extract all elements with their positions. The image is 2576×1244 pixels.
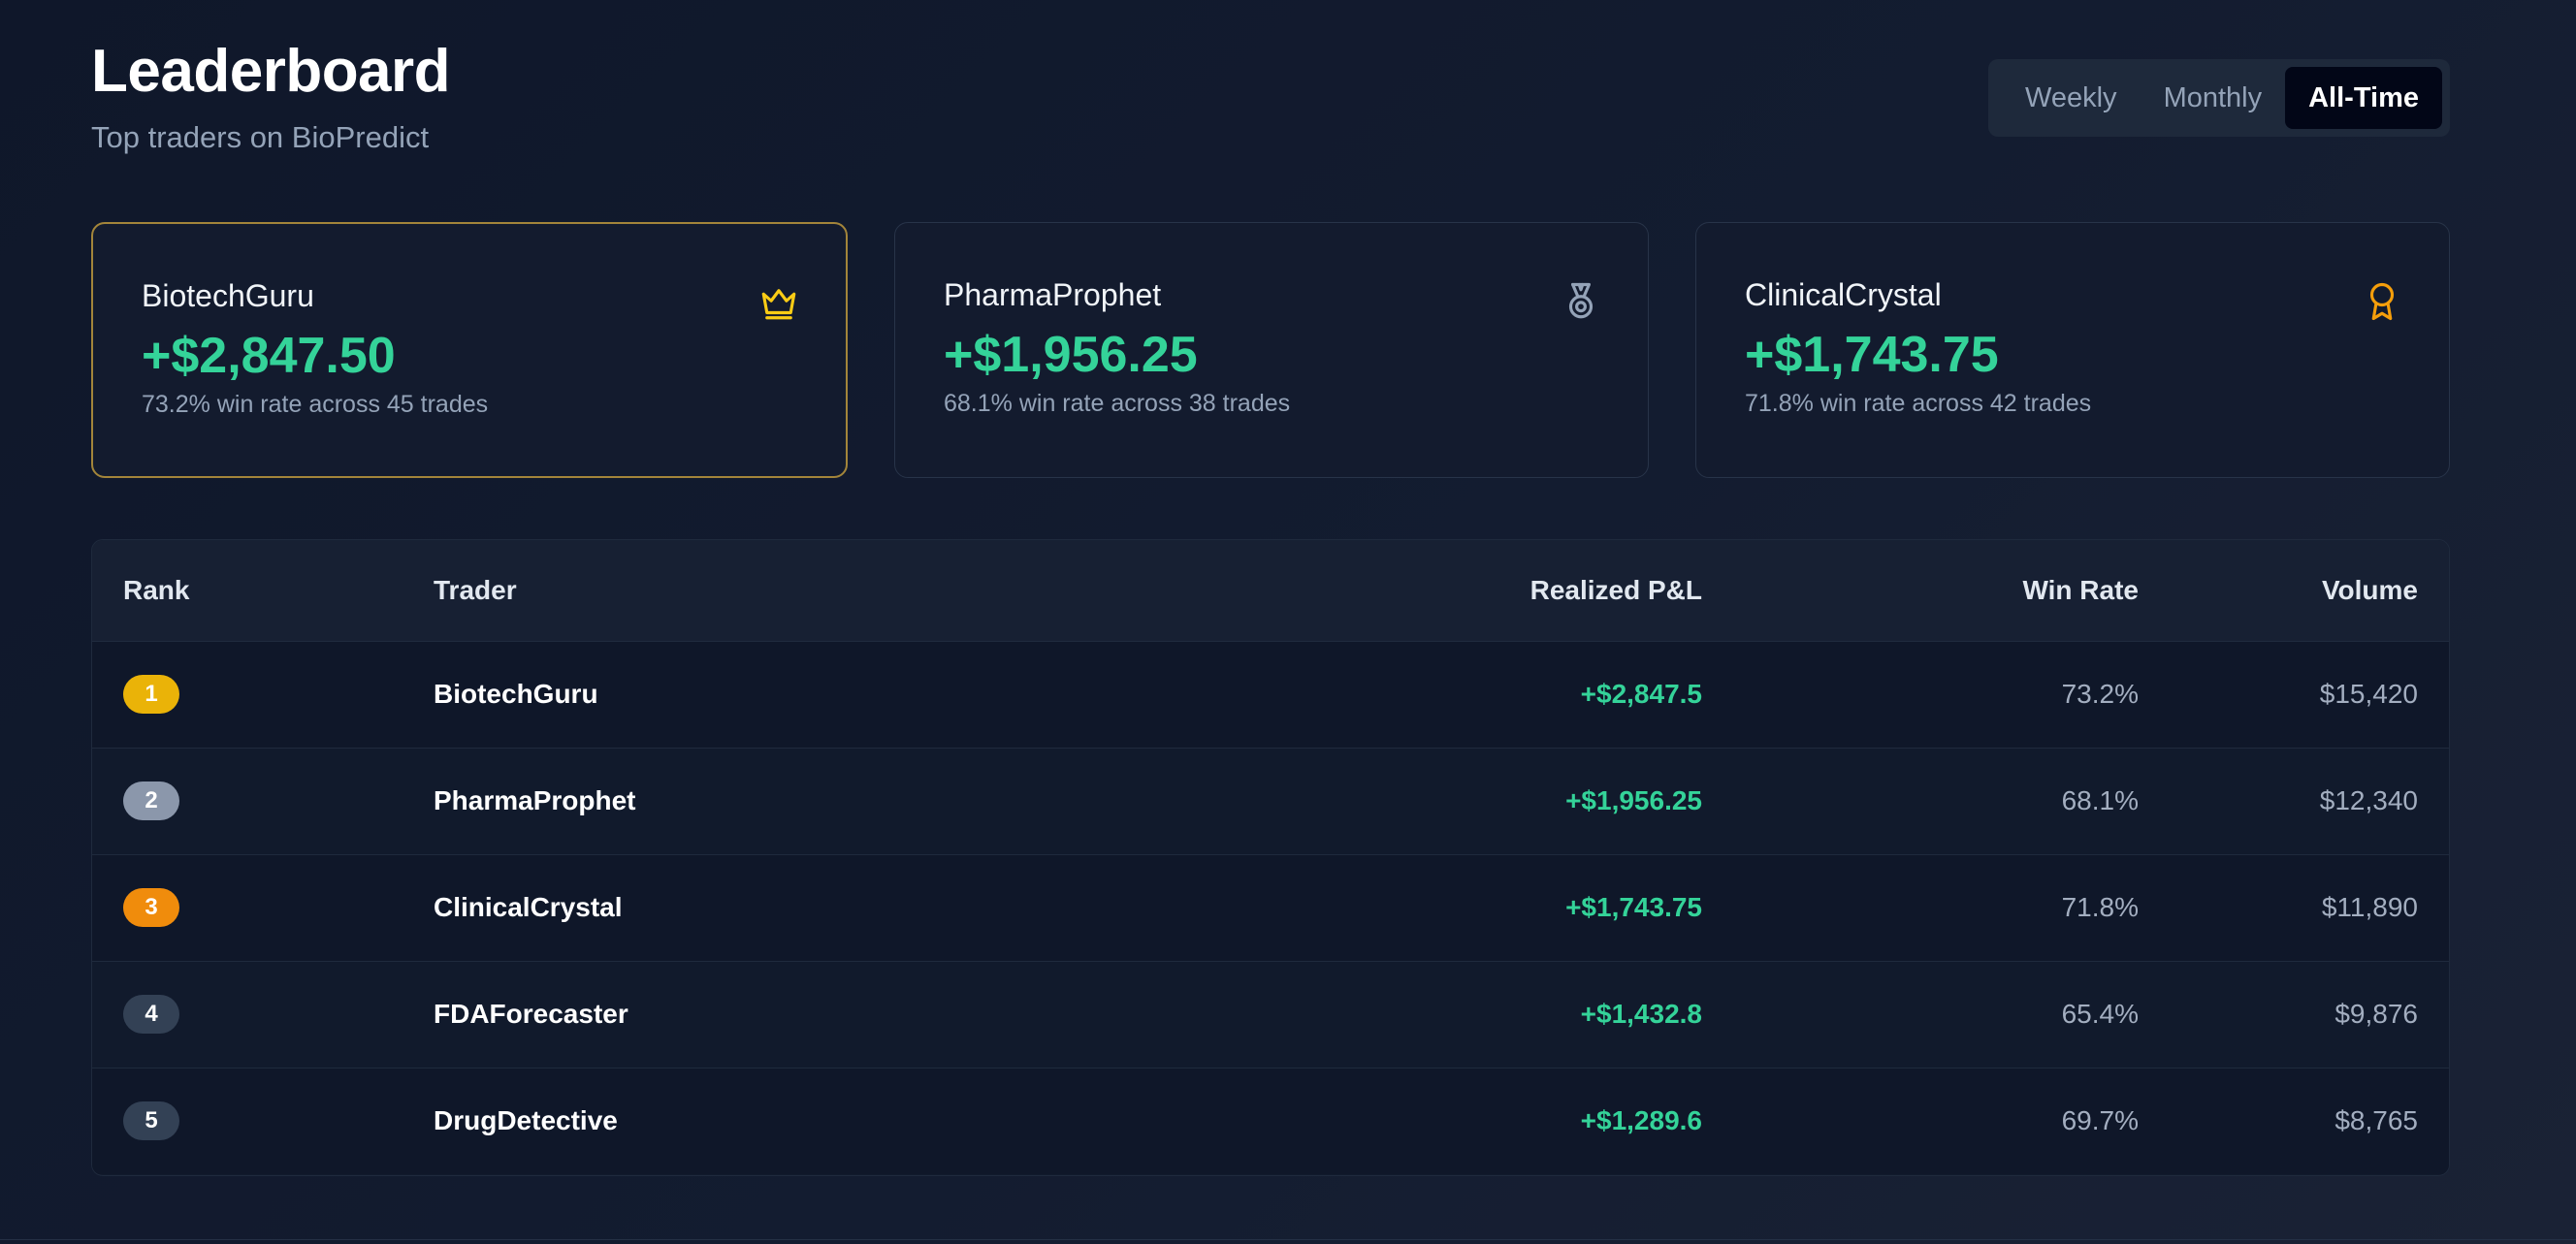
column-header-win-rate[interactable]: Win Rate [1702, 540, 2139, 641]
realized-pnl: +$2,847.5 [1580, 679, 1702, 709]
card-pnl: +$1,743.75 [1745, 327, 1999, 383]
card-pnl: +$2,847.50 [142, 328, 396, 384]
period-toggle: Weekly Monthly All-Time [1988, 59, 2450, 137]
realized-pnl: +$1,743.75 [1565, 892, 1702, 922]
trader-name[interactable]: BiotechGuru [434, 641, 1190, 748]
volume: $11,890 [2321, 892, 2418, 922]
trader-name[interactable]: FDAForecaster [434, 961, 1190, 1068]
rank-badge: 5 [123, 1101, 179, 1141]
rank-badge: 2 [123, 781, 179, 820]
trader-name[interactable]: DrugDetective [434, 1068, 1190, 1174]
trader-name[interactable]: PharmaProphet [434, 748, 1190, 854]
page-subtitle: Top traders on BioPredict [91, 120, 430, 154]
card-stats: 71.8% win rate across 42 trades [1745, 390, 2092, 417]
table-header-row: Rank Trader Realized P&L Win Rate Volume [92, 540, 2449, 641]
volume: $12,340 [2319, 785, 2418, 815]
win-rate: 73.2% [2061, 679, 2139, 709]
card-trader-name: PharmaProphet [944, 277, 1162, 312]
rank-badge: 1 [123, 675, 179, 714]
top-trader-card-1[interactable]: BiotechGuru +$2,847.50 73.2% win rate ac… [91, 222, 848, 478]
win-rate: 71.8% [2061, 892, 2139, 922]
card-trader-name: ClinicalCrystal [1745, 277, 1942, 312]
rank-badge: 4 [123, 995, 179, 1034]
realized-pnl: +$1,289.6 [1580, 1105, 1702, 1136]
table-row[interactable]: 2 PharmaProphet +$1,956.25 68.1% $12,340 [92, 748, 2449, 854]
rank-badge: 3 [123, 888, 179, 927]
realized-pnl: +$1,432.8 [1580, 999, 1702, 1029]
card-trader-name: BiotechGuru [142, 278, 314, 313]
award-icon [2369, 282, 2395, 321]
card-stats: 73.2% win rate across 45 trades [142, 391, 489, 418]
trader-name[interactable]: ClinicalCrystal [434, 854, 1190, 961]
period-weekly-button[interactable]: Weekly [2002, 67, 2141, 129]
top-trader-card-2[interactable]: PharmaProphet +$1,956.25 68.1% win rate … [894, 222, 1649, 478]
top-traders-cards: BiotechGuru +$2,847.50 73.2% win rate ac… [91, 222, 2450, 478]
card-stats: 68.1% win rate across 38 trades [944, 390, 1291, 417]
column-header-volume[interactable]: Volume [2139, 540, 2449, 641]
column-header-pnl[interactable]: Realized P&L [1190, 540, 1702, 641]
crown-icon [761, 289, 796, 320]
volume: $8,765 [2334, 1105, 2418, 1136]
win-rate: 68.1% [2061, 785, 2139, 815]
page-bottom-divider [0, 1239, 2576, 1240]
table-row[interactable]: 3 ClinicalCrystal +$1,743.75 71.8% $11,8… [92, 854, 2449, 961]
page-header: Leaderboard Top traders on BioPredict We… [91, 0, 2450, 223]
table-row[interactable]: 1 BiotechGuru +$2,847.5 73.2% $15,420 [92, 641, 2449, 748]
win-rate: 65.4% [2061, 999, 2139, 1029]
column-header-rank[interactable]: Rank [92, 540, 434, 641]
table-row[interactable]: 4 FDAForecaster +$1,432.8 65.4% $9,876 [92, 961, 2449, 1068]
leaderboard-page: Leaderboard Top traders on BioPredict We… [91, 0, 2450, 1176]
medal-icon [1568, 282, 1594, 319]
period-all-time-button[interactable]: All-Time [2285, 67, 2442, 129]
volume: $15,420 [2319, 679, 2418, 709]
volume: $9,876 [2334, 999, 2418, 1029]
win-rate: 69.7% [2061, 1105, 2139, 1136]
realized-pnl: +$1,956.25 [1565, 785, 1702, 815]
period-monthly-button[interactable]: Monthly [2141, 67, 2286, 129]
card-pnl: +$1,956.25 [944, 327, 1198, 383]
table-row[interactable]: 5 DrugDetective +$1,289.6 69.7% $8,765 [92, 1068, 2449, 1174]
leaderboard-table: Rank Trader Realized P&L Win Rate Volume… [91, 539, 2450, 1176]
column-header-trader[interactable]: Trader [434, 540, 1190, 641]
page-title: Leaderboard [91, 38, 451, 105]
top-trader-card-3[interactable]: ClinicalCrystal +$1,743.75 71.8% win rat… [1695, 222, 2450, 478]
